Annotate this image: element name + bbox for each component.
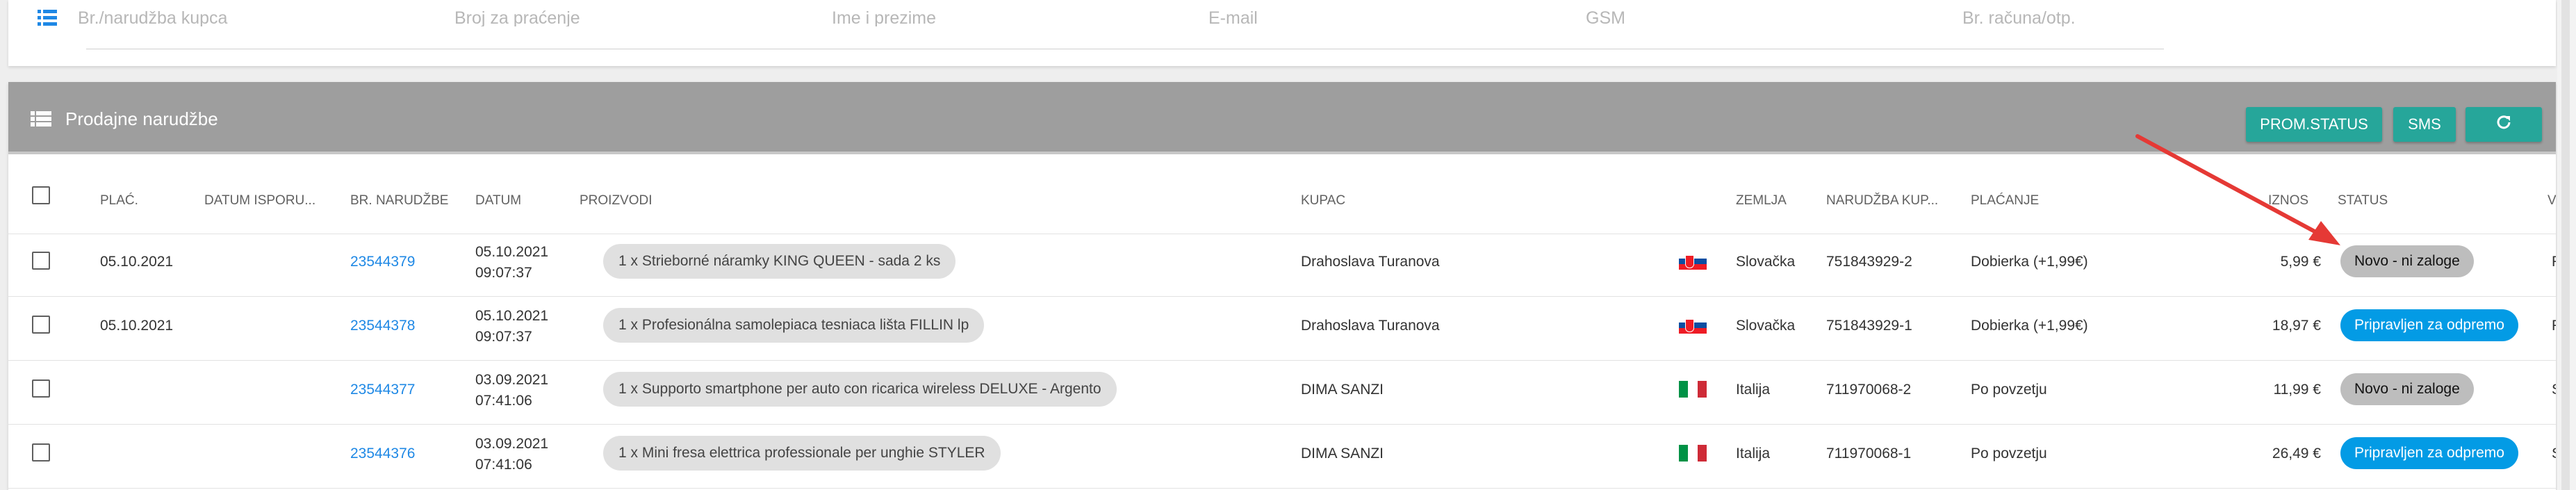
- order-amount: 18,97 €: [2272, 318, 2321, 334]
- tracking-number-search-input[interactable]: [454, 10, 753, 26]
- row-checkbox[interactable]: [32, 316, 50, 334]
- row-divider: [8, 360, 2556, 361]
- slovakia-flag-icon: [1679, 253, 1707, 270]
- country-name: Slovačka: [1736, 254, 1796, 270]
- order-number-link[interactable]: 23544378: [350, 318, 415, 334]
- extra-cell: F: [2552, 254, 2556, 270]
- invoice-search-input[interactable]: [1962, 10, 2164, 26]
- column-amount[interactable]: IZNOS: [2268, 193, 2308, 209]
- product-chip[interactable]: 1 x Mini fresa elettrica professionale p…: [603, 436, 1001, 471]
- order-date: 05.10.2021: [475, 308, 549, 324]
- order-amount: 26,49 €: [2272, 446, 2321, 462]
- customer-name: Drahoslava Turanova: [1301, 318, 1440, 334]
- payment-method: Dobierka (+1,99€): [1971, 318, 2088, 334]
- table-icon: [31, 111, 51, 130]
- order-number-link[interactable]: 23544376: [350, 446, 415, 462]
- orders-panel: Prodajne narudžbe PROM.STATUS SMS PLAĆ. …: [8, 82, 2556, 490]
- customer-order-number: 711970068-1: [1826, 446, 1912, 462]
- column-country[interactable]: ZEMLJA: [1736, 193, 1787, 209]
- extra-cell: S: [2552, 446, 2556, 462]
- search-card: [8, 0, 2556, 66]
- sms-button[interactable]: SMS: [2393, 107, 2456, 142]
- customer-order-number: 751843929-1: [1826, 318, 1912, 334]
- customer-name: DIMA SANZI: [1301, 382, 1384, 398]
- list-icon: [38, 10, 57, 30]
- order-amount: 11,99 €: [2273, 382, 2321, 398]
- order-number-link[interactable]: 23544377: [350, 382, 415, 398]
- payment-method: Po povzetju: [1971, 446, 2047, 462]
- product-chip[interactable]: 1 x Profesionálna samolepiaca tesniaca l…: [603, 308, 985, 343]
- status-badge[interactable]: Novo - ni zaloge: [2340, 373, 2474, 405]
- email-search-input[interactable]: [1208, 10, 1507, 26]
- customer-name: DIMA SANZI: [1301, 446, 1384, 462]
- country-name: Italija: [1736, 446, 1771, 462]
- italy-flag-icon: [1679, 445, 1707, 462]
- change-status-button[interactable]: PROM.STATUS: [2246, 107, 2382, 142]
- row-checkbox[interactable]: [32, 252, 50, 270]
- column-customer-order[interactable]: NARUDŽBA KUP...: [1826, 193, 1938, 209]
- panel-header: Prodajne narudžbe PROM.STATUS SMS: [8, 82, 2556, 154]
- row-divider: [8, 424, 2556, 425]
- column-order-number[interactable]: BR. NARUDŽBE: [350, 193, 448, 209]
- country-name: Italija: [1736, 382, 1771, 398]
- row-divider: [8, 296, 2556, 297]
- panel-title: Prodajne narudžbe: [65, 108, 218, 129]
- order-time: 09:07:37: [475, 265, 532, 281]
- paid-date: 05.10.2021: [100, 318, 174, 334]
- order-number-link[interactable]: 23544379: [350, 254, 415, 270]
- column-paid[interactable]: PLAĆ.: [100, 193, 138, 209]
- order-date: 03.09.2021: [475, 372, 549, 388]
- name-search-input[interactable]: [832, 10, 1131, 26]
- status-badge[interactable]: Novo - ni zaloge: [2340, 245, 2474, 277]
- extra-cell: S: [2552, 382, 2556, 398]
- customer-order-number: 711970068-2: [1826, 382, 1912, 398]
- column-delivery-date[interactable]: DATUM ISPORU...: [204, 193, 315, 209]
- scrollbar-thumb[interactable]: [2561, 0, 2570, 490]
- customer-name: Drahoslava Turanova: [1301, 254, 1440, 270]
- refresh-icon: [2495, 114, 2512, 135]
- row-divider: [8, 488, 2556, 489]
- product-chip[interactable]: 1 x Strieborné náramky KING QUEEN - sada…: [603, 244, 956, 279]
- order-number-search-input[interactable]: [78, 10, 377, 26]
- product-chip[interactable]: 1 x Supporto smartphone per auto con ric…: [603, 372, 1117, 407]
- payment-method: Dobierka (+1,99€): [1971, 254, 2088, 270]
- extra-cell: F: [2552, 318, 2556, 334]
- column-payment[interactable]: PLAĆANJE: [1971, 193, 2039, 209]
- gsm-search-input[interactable]: [1586, 10, 1885, 26]
- order-date: 03.09.2021: [475, 436, 549, 452]
- column-products[interactable]: PROIZVODI: [580, 193, 653, 209]
- refresh-button[interactable]: [2466, 107, 2542, 142]
- order-time: 07:41:06: [475, 457, 532, 473]
- status-badge[interactable]: Pripravljen za odpremo: [2340, 309, 2518, 341]
- customer-order-number: 751843929-2: [1826, 254, 1912, 270]
- payment-method: Po povzetju: [1971, 382, 2047, 398]
- column-date[interactable]: DATUM: [475, 193, 521, 209]
- slovakia-flag-icon: [1679, 317, 1707, 334]
- italy-flag-icon: [1679, 381, 1707, 398]
- paid-date: 05.10.2021: [100, 254, 174, 270]
- order-amount: 5,99 €: [2280, 254, 2321, 270]
- order-date: 05.10.2021: [475, 244, 549, 260]
- order-time: 07:41:06: [475, 393, 532, 409]
- row-checkbox[interactable]: [32, 443, 50, 462]
- country-name: Slovačka: [1736, 318, 1796, 334]
- row-checkbox[interactable]: [32, 379, 50, 398]
- select-all-checkbox[interactable]: [32, 186, 50, 204]
- status-badge[interactable]: Pripravljen za odpremo: [2340, 437, 2518, 469]
- column-customer[interactable]: KUPAC: [1301, 193, 1345, 209]
- column-extra[interactable]: V: [2548, 193, 2556, 209]
- column-status[interactable]: STATUS: [2338, 193, 2388, 209]
- order-time: 09:07:37: [475, 329, 532, 345]
